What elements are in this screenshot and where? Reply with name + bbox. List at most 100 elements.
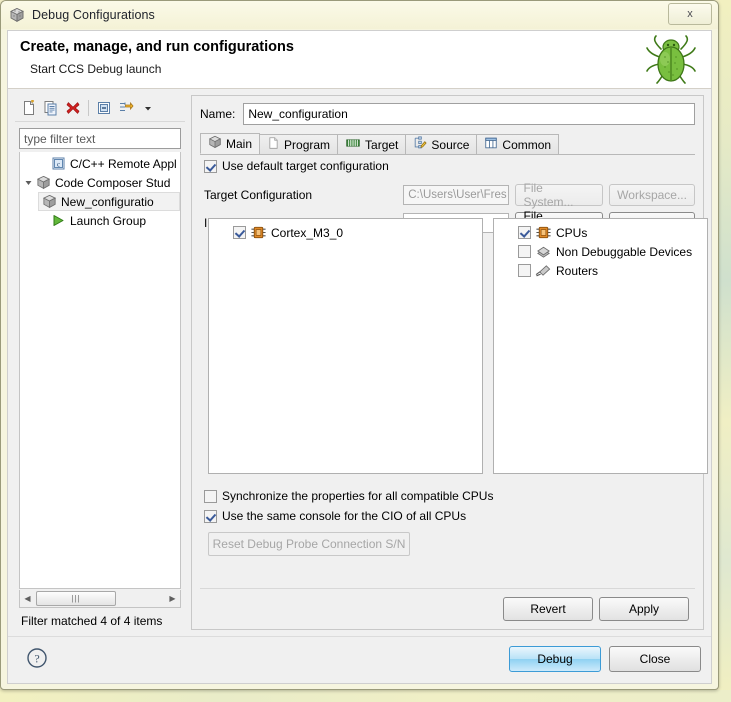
close-icon: x: [687, 8, 693, 20]
target-configuration-file-system-button[interactable]: File System...: [514, 180, 604, 209]
tab-target[interactable]: Target: [337, 134, 407, 154]
toolbar-separator: [88, 100, 89, 116]
same-console-checkbox[interactable]: [204, 509, 217, 523]
help-question-icon[interactable]: ?: [26, 647, 48, 669]
cpu-list[interactable]: Cortex_M3_0: [208, 218, 483, 474]
list-item[interactable]: Routers: [494, 261, 707, 280]
editor-tabs: Main Program Target Source Common: [200, 133, 695, 155]
devices-icon: [534, 244, 553, 259]
tab-common[interactable]: Common: [476, 134, 560, 154]
dialog-body: type filter text c C/C++ Remote Appl Cod…: [8, 89, 711, 636]
tree-item-new-configuration[interactable]: New_configuratio: [38, 192, 180, 211]
scrollbar-thumb[interactable]: |||: [36, 591, 116, 606]
same-console-row[interactable]: Use the same console for the CIO of all …: [204, 506, 493, 526]
target-configuration-workspace-button[interactable]: Workspace...: [609, 183, 695, 206]
button-label: Apply: [628, 602, 660, 616]
name-row: Name: New_configuration: [200, 102, 695, 126]
ccs-cube-icon: [35, 175, 52, 190]
synchronize-properties-row[interactable]: Synchronize the properties for all compa…: [204, 486, 493, 506]
title-bar: Debug Configurations x: [1, 1, 718, 29]
scroll-right-arrow-icon[interactable]: ▶: [165, 594, 180, 603]
ccs-cube-icon: [9, 7, 25, 23]
svg-text:c: c: [57, 160, 60, 168]
cpu-options: Synchronize the properties for all compa…: [204, 486, 493, 556]
router-icon: [534, 263, 553, 278]
button-label: File System...: [523, 180, 574, 209]
list-item[interactable]: CPUs: [494, 223, 707, 242]
filter-placeholder: type filter text: [24, 131, 96, 146]
apply-button[interactable]: Apply: [599, 597, 689, 621]
tab-label: Main: [226, 136, 253, 151]
page-title: Create, manage, and run configurations: [20, 39, 294, 55]
device-type-list[interactable]: CPUs Non Debuggable Devices Routers: [493, 218, 708, 474]
configurations-tree[interactable]: c C/C++ Remote Appl Code Composer Stud N…: [19, 152, 181, 589]
close-button[interactable]: Close: [609, 646, 701, 672]
filter-status-text: Filter matched 4 of 4 items: [21, 614, 163, 628]
tree-item-label: Code Composer Stud: [55, 175, 171, 190]
cpus-checkbox[interactable]: [518, 226, 531, 239]
cpu-chip-icon: [534, 225, 553, 240]
button-label: Revert: [530, 602, 566, 616]
page-icon: [267, 136, 280, 153]
apply-separator: [200, 588, 695, 589]
tree-item-label: C/C++ Remote Appl: [70, 156, 177, 171]
green-play-icon: [50, 213, 67, 228]
sidebar-toolbar: [15, 95, 185, 122]
tab-source[interactable]: Source: [405, 134, 478, 154]
dialog-client-area: Create, manage, and run configurations S…: [7, 30, 712, 684]
ccs-cube-icon: [41, 194, 58, 209]
new-configuration-icon[interactable]: [18, 97, 40, 119]
filter-input[interactable]: type filter text: [19, 128, 181, 149]
tab-label: Source: [431, 137, 470, 152]
list-item[interactable]: Non Debuggable Devices: [494, 242, 707, 261]
tree-item-label: Launch Group: [70, 213, 147, 228]
cortex-m3-0-checkbox[interactable]: [233, 226, 246, 239]
list-item-label: CPUs: [556, 225, 588, 240]
tab-label: Target: [365, 137, 399, 152]
cpu-selection-area: Cortex_M3_0 CPUs Non Debuggable Devices …: [208, 218, 708, 474]
delete-icon[interactable]: [62, 97, 84, 119]
tree-expander-expanded-icon[interactable]: [22, 178, 35, 187]
duplicate-icon[interactable]: [40, 97, 62, 119]
configuration-editor: Name: New_configuration Main Program Tar…: [191, 95, 708, 630]
reset-debug-probe-button[interactable]: Reset Debug Probe Connection S/N: [208, 532, 410, 556]
dialog-banner: Create, manage, and run configurations S…: [8, 31, 711, 89]
non-debuggable-devices-checkbox[interactable]: [518, 245, 531, 258]
revert-button[interactable]: Revert: [503, 597, 593, 621]
dialog-footer: ? Debug Close: [8, 636, 711, 683]
table-icon: [484, 136, 498, 153]
cpu-chip-icon: [249, 225, 268, 240]
tree-item-label: New_configuratio: [61, 194, 154, 209]
use-default-target-row[interactable]: Use default target configuration: [204, 156, 695, 176]
synchronize-properties-checkbox[interactable]: [204, 489, 217, 503]
tree-item-code-composer-studio[interactable]: Code Composer Stud: [20, 173, 180, 192]
target-configuration-value: C:\Users\User\Fres: [408, 188, 507, 201]
sidebar-horizontal-scrollbar[interactable]: ◀ ||| ▶: [19, 590, 181, 608]
button-label: Close: [639, 652, 671, 666]
name-label: Name:: [200, 107, 236, 121]
configurations-sidebar: type filter text c C/C++ Remote Appl Cod…: [15, 95, 185, 630]
name-input[interactable]: New_configuration: [243, 103, 695, 125]
list-item[interactable]: Cortex_M3_0: [209, 223, 482, 242]
use-default-target-checkbox[interactable]: [204, 159, 217, 173]
target-configuration-input[interactable]: C:\Users\User\Fres: [403, 184, 509, 205]
tab-label: Common: [502, 137, 552, 152]
filter-icon[interactable]: [115, 97, 137, 119]
list-item-label: Routers: [556, 263, 599, 278]
tree-item-c-cpp-remote-app[interactable]: c C/C++ Remote Appl: [20, 154, 180, 173]
debug-button[interactable]: Debug: [509, 646, 601, 672]
chevron-down-icon[interactable]: [137, 97, 159, 119]
tab-label: Program: [284, 137, 331, 152]
scroll-left-arrow-icon[interactable]: ◀: [20, 594, 35, 603]
tab-program[interactable]: Program: [259, 134, 339, 154]
window-close-button[interactable]: x: [668, 3, 712, 25]
main-tab-content: Use default target configuration Target …: [200, 156, 708, 629]
tab-main[interactable]: Main: [200, 133, 261, 154]
use-default-target-label: Use default target configuration: [222, 159, 389, 173]
collapse-all-icon[interactable]: [93, 97, 115, 119]
button-label: Debug: [537, 652, 573, 666]
routers-checkbox[interactable]: [518, 264, 531, 277]
source-pencil-icon: [413, 136, 427, 153]
tree-item-launch-group[interactable]: Launch Group: [20, 211, 180, 230]
same-console-label: Use the same console for the CIO of all …: [222, 509, 467, 523]
